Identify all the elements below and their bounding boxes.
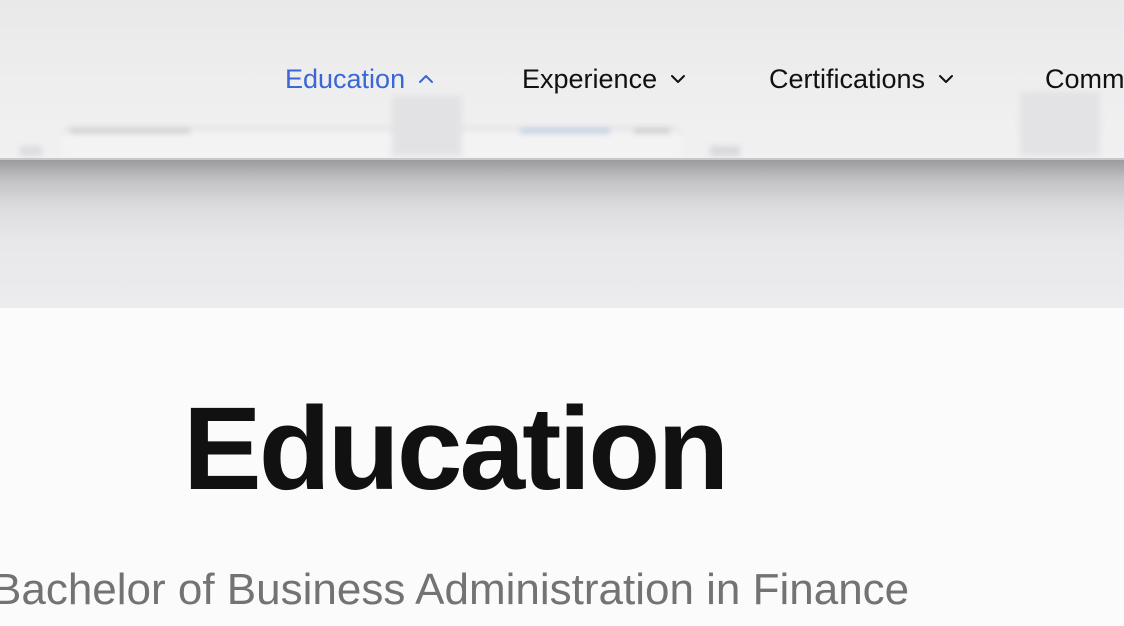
dropdown-backdrop-shadow: [0, 160, 1124, 308]
blurred-background-detail: [392, 96, 462, 156]
nav-item-label: Comm: [1045, 63, 1124, 94]
nav-item-comm[interactable]: Comm: [1045, 60, 1124, 98]
blurred-background-detail: [1020, 92, 1100, 156]
nav-item-label: Experience: [522, 63, 658, 94]
nav-item-label: Certifications: [769, 63, 926, 94]
blurred-background-detail: [710, 146, 740, 156]
nav-item-certifications[interactable]: Certifications: [769, 60, 955, 98]
nav-item-experience[interactable]: Experience: [522, 60, 687, 98]
degree-title: Bachelor of Business Administration in F…: [0, 565, 910, 614]
nav-item-education[interactable]: Education: [285, 60, 435, 98]
nav-item-label: Education: [285, 63, 406, 94]
blurred-background-detail: [520, 129, 610, 133]
blurred-background-detail: [70, 129, 190, 133]
top-navigation-bar: Education Experience Certifications Comm: [0, 0, 1124, 160]
main-content: Education Bachelor of Business Administr…: [0, 308, 1124, 626]
blurred-background-detail: [20, 146, 42, 156]
page: Education Experience Certifications Comm…: [0, 0, 1124, 626]
chevron-down-icon: [671, 75, 686, 83]
page-title: Education: [183, 383, 729, 515]
blurred-background-detail: [634, 129, 670, 133]
chevron-up-icon: [419, 75, 434, 83]
chevron-down-icon: [939, 75, 954, 83]
